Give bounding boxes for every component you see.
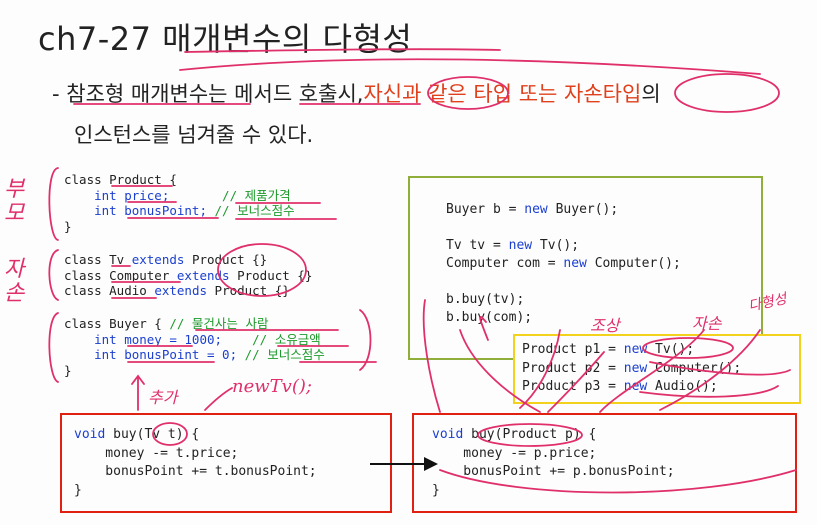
code-comment: // 보너스점수 — [214, 203, 295, 218]
code-text: Buyer b = — [446, 202, 525, 217]
code-text: Computer(); — [586, 256, 681, 271]
code-keyword: new — [508, 238, 533, 253]
handwriting-newtv: newTv(); — [232, 376, 312, 397]
code-text: class Audio — [64, 283, 155, 298]
code-line: } — [64, 218, 72, 234]
code-text: Buyer(); — [547, 202, 619, 217]
code-text: class Buyer { — [64, 316, 170, 331]
code-comment: // 소유금액 — [252, 331, 321, 347]
ink-bracket-child — [48, 249, 59, 301]
code-text: class Tv — [64, 252, 132, 267]
code-text: int bonusPoint = 0; — [64, 347, 245, 362]
bullet-text-part3: 의 — [641, 82, 661, 106]
code-comment: // 보너스점수 — [244, 347, 325, 362]
code-comment: // 물건사는 사람 — [169, 316, 269, 331]
code-text: Tv tv = — [446, 238, 509, 253]
handwriting-ancestor: 조상 — [590, 316, 620, 335]
code-text: Computer(); — [647, 360, 742, 376]
ink-circle-descendant — [674, 73, 780, 113]
ink-title-curve — [179, 58, 761, 75]
bullet-text-part1: 참조형 매개변수는 메서드 호출시, — [66, 82, 364, 106]
code-text: Audio(); — [647, 379, 718, 394]
ink-bracket-parent — [48, 167, 59, 241]
handwriting-child: 자손 — [4, 257, 25, 306]
code-text: Tv(); — [532, 238, 580, 253]
code-text: Product p2 = — [522, 360, 624, 376]
code-text: Product p3 = — [522, 379, 624, 394]
code-text: b.buy(com); — [446, 310, 533, 325]
code-text: Product p1 = — [522, 342, 624, 357]
ink-arrow-up — [131, 374, 145, 411]
code-text: money -= p.price; — [432, 445, 597, 461]
code-keyword: extends — [176, 267, 230, 283]
code-text: b.buy(tv); — [446, 292, 525, 307]
code-keyword: new — [623, 360, 648, 376]
code-text: buy(Product p) { — [463, 427, 597, 442]
code-line: int price; — [64, 187, 223, 203]
code-text: } — [74, 482, 82, 498]
code-text: Tv(); — [647, 342, 695, 357]
code-keyword: extends — [154, 283, 207, 298]
code-text: buy(Tv t) { — [105, 427, 200, 442]
handwriting-added: 추가 — [148, 388, 178, 407]
code-text: } — [64, 362, 72, 378]
code-keyword: new — [524, 202, 548, 217]
code-text: class Computer — [64, 267, 177, 283]
code-text: Product {} — [207, 283, 290, 298]
code-main-usage: Buyer b = new Buyer(); Tv tv = new Tv();… — [446, 201, 681, 327]
bullet-line-1: - 참조형 매개변수는 메서드 호출시,자신과 같은 타입 또는 자손타입의 — [52, 78, 661, 108]
code-keyword: void — [432, 427, 464, 442]
code-comment: // 제품가격 — [222, 187, 291, 203]
code-subclasses: class Tv extends Product {} class Comput… — [64, 252, 312, 299]
code-keyword: new — [563, 256, 587, 271]
code-text: Product {} — [229, 267, 313, 283]
code-keyword: void — [74, 427, 106, 442]
code-keyword: new — [623, 379, 648, 394]
code-text: } — [432, 482, 440, 498]
code-text: money -= t.price; — [74, 445, 239, 461]
handwriting-parent: 부모 — [4, 177, 25, 226]
code-text: Product {} — [184, 252, 268, 267]
code-buy-tv: void buy(Tv t) { money -= t.price; bonus… — [74, 426, 317, 500]
code-line: class Product { — [64, 172, 177, 187]
code-text: bonusPoint += t.bonusPoint; — [74, 464, 317, 479]
bullet-line-2: 인스턴스를 넘겨줄 수 있다. — [74, 123, 314, 147]
code-text: Computer com = — [446, 256, 564, 271]
code-line: int bonusPoint; — [64, 203, 215, 218]
code-keyword: new — [623, 342, 648, 357]
slide-title: ch7-27 매개변수의 다형성 — [38, 20, 413, 58]
code-text: int money = 1000; — [64, 331, 253, 347]
code-keyword: extends — [131, 252, 185, 267]
handwriting-descendant: 자손 — [692, 314, 722, 333]
code-product-refs: Product p1 = new Tv(); Product p2 = new … — [522, 341, 741, 397]
ink-bracket-buyer — [48, 312, 59, 383]
bullet-dash: - — [52, 82, 60, 106]
code-buy-product: void buy(Product p) { money -= p.price; … — [432, 426, 675, 500]
code-buyer-class: class Buyer { // 물건사는 사람 int money = 100… — [64, 316, 325, 378]
code-text: bonusPoint += p.bonusPoint; — [432, 464, 675, 479]
code-product-class: class Product { int price; // 제품가격 int b… — [64, 172, 295, 234]
bullet-text-highlight: 자신과 같은 타입 또는 자손타입 — [363, 82, 642, 106]
